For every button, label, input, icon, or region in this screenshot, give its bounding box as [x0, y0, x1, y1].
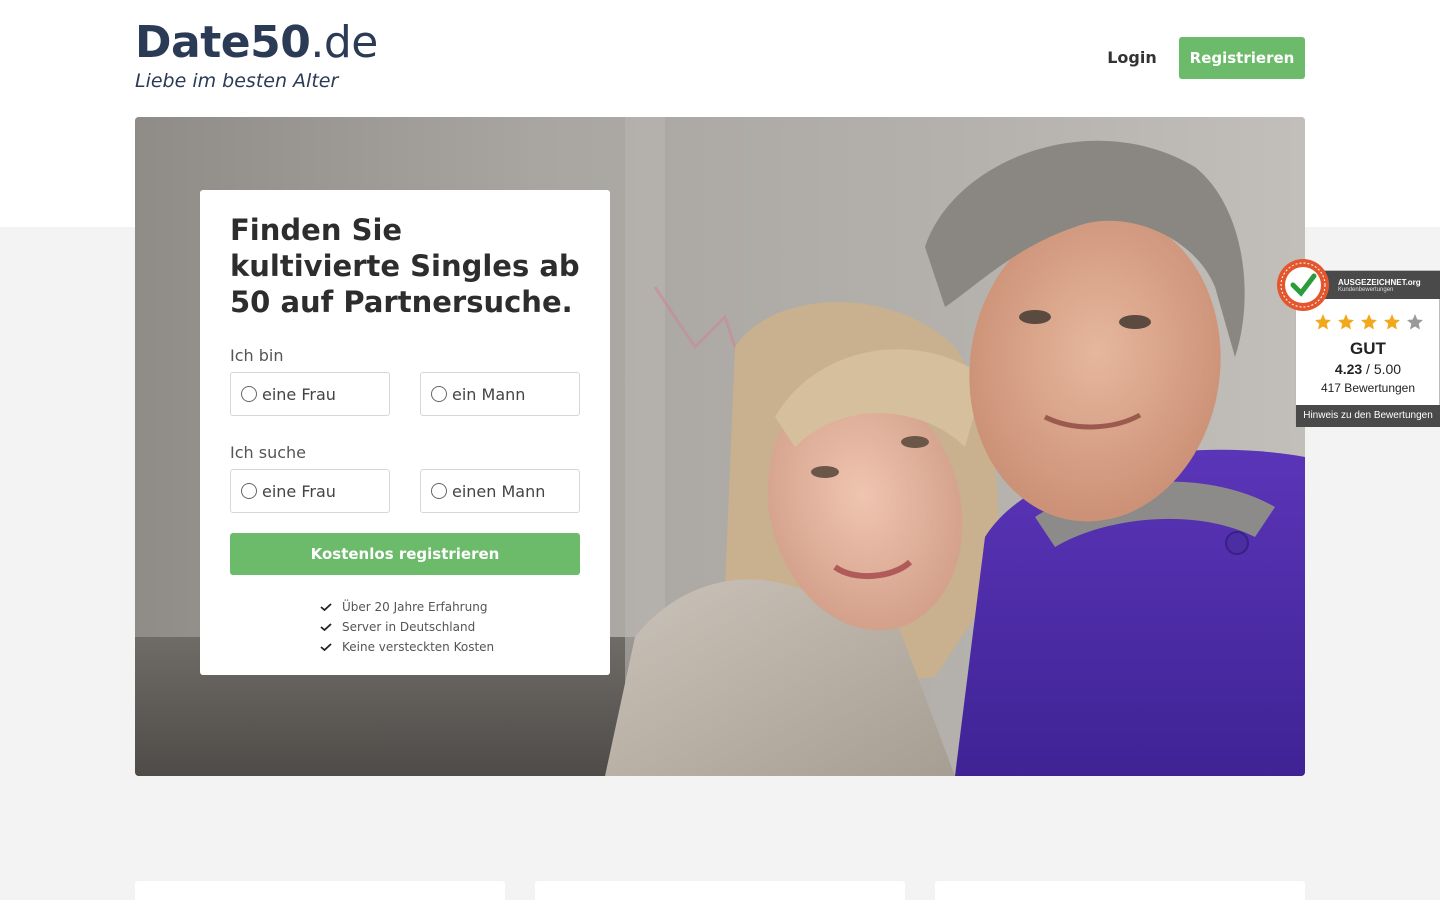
feature-item: Keine versteckten Kosten — [320, 637, 494, 657]
checkmark-icon — [320, 623, 332, 631]
radio-icon — [431, 386, 447, 402]
seeking-man-radio[interactable]: einen Mann — [420, 469, 580, 513]
info-card — [935, 881, 1305, 900]
checkmark-icon — [320, 603, 332, 611]
rating-score: 4.23 / 5.00 — [1334, 361, 1402, 377]
rating-grade: GUT — [1350, 339, 1386, 358]
i-am-man-radio[interactable]: ein Mann — [420, 372, 580, 416]
review-count: 417 Bewertungen — [1320, 381, 1416, 395]
rating-badge[interactable]: AUSGEZEICHNET.org Kundenbewertungen GUT … — [1276, 258, 1440, 428]
logo-wordmark: Date50.de — [135, 17, 378, 68]
rating-stars-icon — [1315, 314, 1423, 330]
seeking-woman-radio[interactable]: eine Frau — [230, 469, 390, 513]
badge-brand: AUSGEZEICHNET.org — [1338, 278, 1421, 287]
registration-form: Finden Sie kultivierte Singles ab 50 auf… — [200, 190, 610, 675]
info-card — [535, 881, 905, 900]
feature-item: Über 20 Jahre Erfahrung — [320, 597, 494, 617]
seeking-label: Ich suche — [230, 443, 306, 462]
radio-icon — [241, 386, 257, 402]
info-card — [135, 881, 505, 900]
option-label: einen Mann — [452, 481, 546, 501]
logo-tagline: Liebe im besten Alter — [135, 70, 339, 92]
badge-subtitle: Kundenbewertungen — [1338, 287, 1394, 293]
register-button[interactable]: Registrieren — [1179, 37, 1305, 79]
login-link[interactable]: Login — [1100, 45, 1164, 71]
radio-icon — [241, 483, 257, 499]
award-seal-icon — [1277, 259, 1329, 311]
option-label: eine Frau — [262, 384, 336, 404]
free-register-button[interactable]: Kostenlos registrieren — [230, 533, 580, 575]
feature-item: Server in Deutschland — [320, 617, 494, 637]
feature-list: Über 20 Jahre Erfahrung Server in Deutsc… — [320, 597, 494, 657]
form-headline: Finden Sie kultivierte Singles ab 50 auf… — [230, 213, 580, 319]
option-label: ein Mann — [452, 384, 526, 404]
review-info-link[interactable]: Hinweis zu den Bewertungen — [1296, 405, 1440, 427]
site-logo[interactable]: Date50.de Liebe im besten Alter — [135, 17, 378, 93]
i-am-label: Ich bin — [230, 346, 284, 365]
i-am-woman-radio[interactable]: eine Frau — [230, 372, 390, 416]
option-label: eine Frau — [262, 481, 336, 501]
checkmark-icon — [320, 643, 332, 651]
radio-icon — [431, 483, 447, 499]
